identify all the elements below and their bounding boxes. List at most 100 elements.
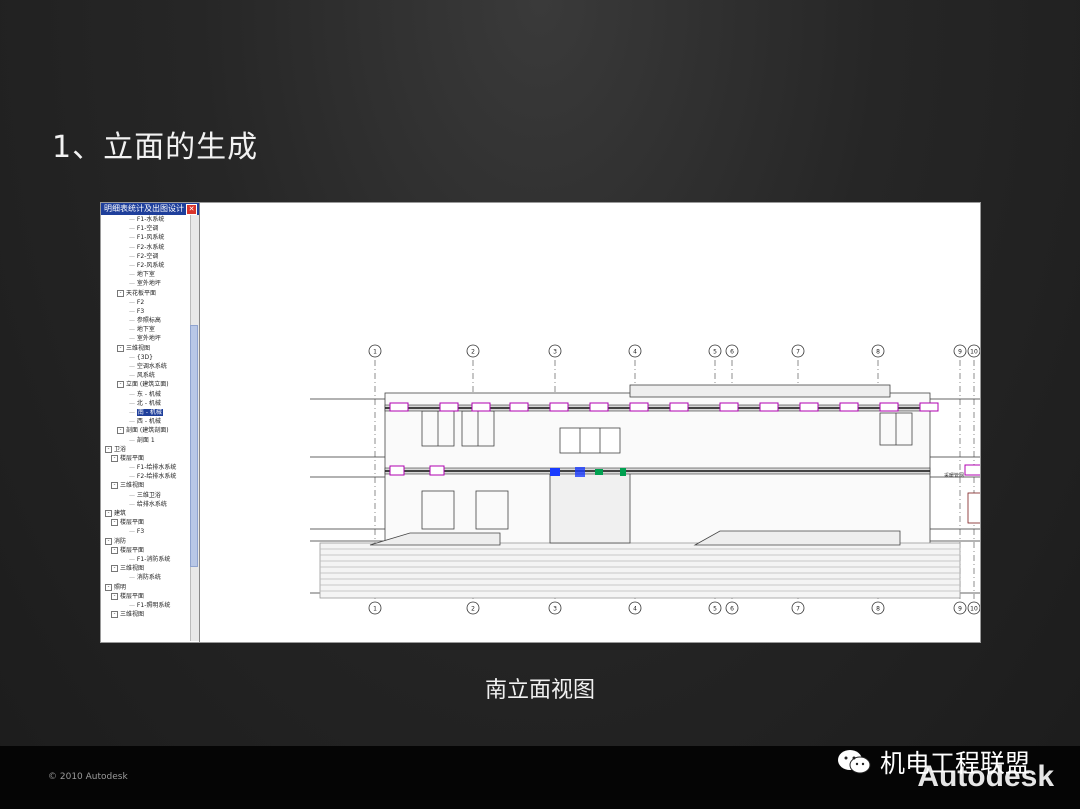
- tree-item[interactable]: — 参照标高: [101, 316, 199, 325]
- duct-terminal: [799, 402, 819, 412]
- grid-bubble-label: 5: [713, 606, 717, 613]
- collapse-icon[interactable]: -: [117, 344, 124, 352]
- tree-item[interactable]: — F3: [101, 527, 199, 536]
- tree-item[interactable]: — F1-风系统: [101, 233, 199, 242]
- tree-connector: —: [129, 491, 137, 499]
- tree-item-label: 照明: [114, 583, 127, 591]
- tree-item[interactable]: — {3D}: [101, 353, 199, 362]
- collapse-icon[interactable]: -: [117, 427, 124, 435]
- tree-item[interactable]: — 剖面 1: [101, 436, 199, 445]
- tree-item[interactable]: - 卫浴: [101, 445, 199, 454]
- collapse-icon[interactable]: -: [105, 445, 112, 453]
- tree-item[interactable]: — F1-消防系统: [101, 555, 199, 564]
- duct-terminal: [471, 402, 491, 412]
- tree-item-label: 给排水系统: [136, 500, 167, 508]
- collapse-icon[interactable]: -: [111, 519, 118, 527]
- collapse-icon[interactable]: -: [111, 482, 118, 490]
- browser-tree: — F1-水系统 — F1-空调 — F1-风系统 — F2-水系统 — F2-空调 — …: [101, 215, 199, 641]
- tree-item[interactable]: — F2-空调: [101, 252, 199, 261]
- collapse-icon[interactable]: -: [111, 454, 118, 462]
- duct-terminal: [439, 402, 459, 412]
- tree-item[interactable]: — 室外地坪: [101, 279, 199, 288]
- tree-item-label: F2-空调: [136, 252, 159, 260]
- tree-item[interactable]: - 三维视图: [101, 610, 199, 619]
- tree-item-label: 地下室: [136, 271, 155, 279]
- tree-item-label: 消防系统: [136, 574, 161, 582]
- equipment-tag: 采暖管网: [944, 472, 964, 479]
- tree-connector: —: [129, 317, 137, 325]
- tree-item[interactable]: — 北 - 机械: [101, 399, 199, 408]
- tree-connector: —: [129, 555, 137, 563]
- tree-item[interactable]: — 西 - 机械: [101, 417, 199, 426]
- tree-item[interactable]: — F1-空调: [101, 224, 199, 233]
- collapse-icon[interactable]: -: [117, 381, 124, 389]
- tree-item[interactable]: — F2: [101, 298, 199, 307]
- tree-item[interactable]: - 天花板平面: [101, 289, 199, 298]
- duct-terminal: [669, 402, 689, 412]
- tree-item[interactable]: - 楼层平面: [101, 546, 199, 555]
- tree-item[interactable]: — 空调水系统: [101, 362, 199, 371]
- tree-item[interactable]: - 楼层平面: [101, 454, 199, 463]
- tree-item[interactable]: — 室外地坪: [101, 334, 199, 343]
- tree-item[interactable]: — F3: [101, 307, 199, 316]
- collapse-icon[interactable]: -: [111, 546, 118, 554]
- collapse-icon[interactable]: -: [111, 592, 118, 600]
- tree-item[interactable]: - 消防: [101, 537, 199, 546]
- collapse-icon[interactable]: -: [111, 565, 118, 573]
- tree-item-label: 三维视图: [126, 344, 151, 352]
- tree-item[interactable]: - 三维视图: [101, 564, 199, 573]
- tree-item[interactable]: - 三维视图: [101, 344, 199, 353]
- tree-item-label: 参照标高: [136, 317, 161, 325]
- collapse-icon[interactable]: -: [105, 537, 112, 545]
- close-icon[interactable]: ✕: [186, 204, 197, 215]
- collapse-icon[interactable]: -: [105, 510, 112, 517]
- tree-item[interactable]: — F2-水系统: [101, 243, 199, 252]
- tree-item-label: F1-消防系统: [136, 555, 171, 563]
- grid-bubble-label: 8: [876, 606, 880, 613]
- tree-item[interactable]: - 照明: [101, 583, 199, 592]
- tree-item-label: 剖面 (建筑剖面): [126, 427, 169, 435]
- tree-item[interactable]: - 剖面 (建筑剖面): [101, 426, 199, 435]
- tree-connector: —: [129, 399, 137, 407]
- scrollbar-thumb[interactable]: [190, 325, 198, 567]
- tree-item-label: 楼层平面: [120, 454, 145, 462]
- grid-bubble-label: 6: [730, 606, 734, 613]
- tree-item[interactable]: - 楼层平面: [101, 518, 199, 527]
- tree-item[interactable]: — 南 - 机械: [101, 408, 199, 417]
- tree-item[interactable]: - 三维视图: [101, 481, 199, 490]
- tree-item[interactable]: — 地下室: [101, 270, 199, 279]
- grid-bubble-label: 10: [970, 606, 978, 613]
- tree-item[interactable]: — 风系统: [101, 371, 199, 380]
- tree-item-label: 北 - 机械: [136, 399, 161, 407]
- tree-item-label: 地下室: [136, 326, 155, 334]
- tree-connector: —: [129, 408, 137, 416]
- tree-item-label: 三维视图: [120, 611, 145, 619]
- tree-item[interactable]: — 消防系统: [101, 573, 199, 582]
- tree-connector: —: [129, 243, 137, 251]
- tree-item[interactable]: — F1-水系统: [101, 215, 199, 224]
- duct-terminal: [919, 402, 939, 412]
- tree-item[interactable]: — F2-风系统: [101, 261, 199, 270]
- south-elevation-drawing[interactable]: 1234567891011 1234567891011 8.100J35.100…: [200, 203, 980, 642]
- tree-item-label: 南 - 机械: [136, 408, 163, 416]
- tree-item[interactable]: — 给排水系统: [101, 500, 199, 509]
- duct-terminal: [759, 402, 779, 412]
- collapse-icon[interactable]: -: [105, 583, 112, 591]
- duct-terminal: [389, 402, 409, 412]
- collapse-icon[interactable]: -: [117, 289, 124, 297]
- tree-item-label: 三维视图: [120, 565, 145, 573]
- grid-bubble-label: 6: [730, 349, 734, 356]
- tree-item[interactable]: — 三维卫浴: [101, 491, 199, 500]
- tree-item[interactable]: — F1-照明系统: [101, 601, 199, 610]
- duct-terminal: [879, 402, 899, 412]
- tree-item[interactable]: - 建筑: [101, 509, 199, 518]
- revit-screenshot: 明细表统计及出图设计 ✕ — F1-水系统 — F1-空调 — F1-风系统 — F2…: [100, 202, 981, 643]
- tree-item[interactable]: — F2-给排水系统: [101, 472, 199, 481]
- browser-scrollbar[interactable]: [190, 215, 199, 641]
- tree-item[interactable]: — 地下室: [101, 325, 199, 334]
- tree-item[interactable]: — F1-给排水系统: [101, 463, 199, 472]
- tree-item[interactable]: - 立面 (建筑立面): [101, 380, 199, 389]
- collapse-icon[interactable]: -: [111, 611, 118, 619]
- tree-item[interactable]: — 东 - 机械: [101, 390, 199, 399]
- tree-item[interactable]: - 楼层平面: [101, 592, 199, 601]
